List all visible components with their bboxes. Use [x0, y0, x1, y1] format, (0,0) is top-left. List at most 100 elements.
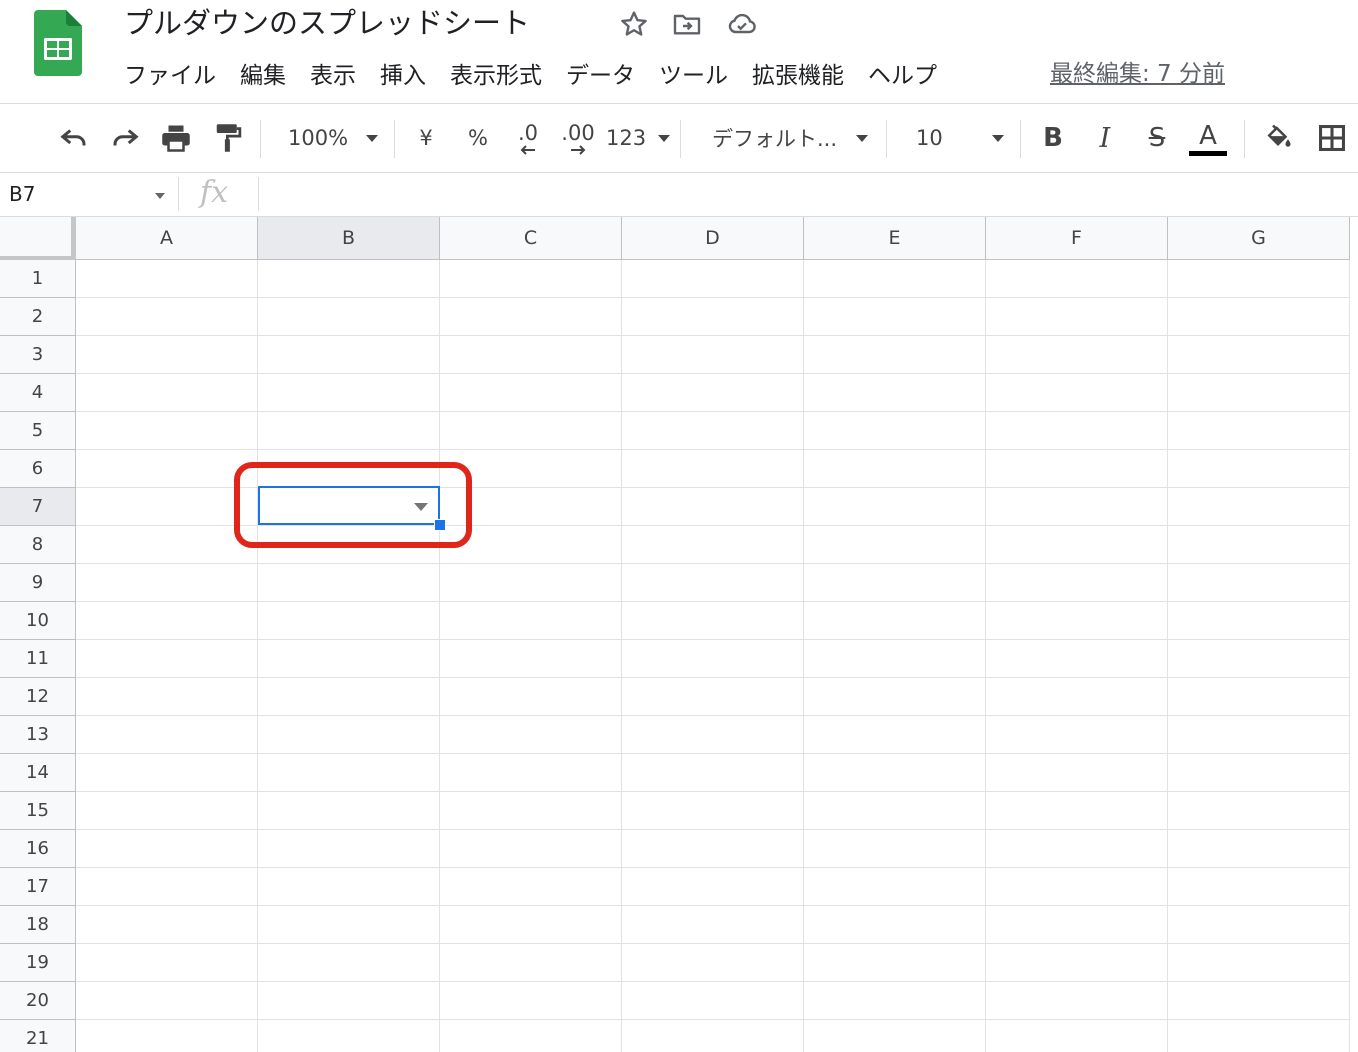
- cell-d8[interactable]: [622, 526, 804, 564]
- row-header-21[interactable]: 21: [0, 1020, 76, 1052]
- decrease-decimal-button[interactable]: .0: [506, 116, 550, 160]
- paint-format-button[interactable]: [208, 116, 248, 160]
- cell-b3[interactable]: [258, 336, 440, 374]
- cell-b11[interactable]: [258, 640, 440, 678]
- column-header-c[interactable]: C: [440, 217, 622, 260]
- column-header-f[interactable]: F: [986, 217, 1168, 260]
- dropdown-arrow-icon[interactable]: [414, 503, 428, 511]
- cell-f1[interactable]: [986, 260, 1168, 298]
- cell-e1[interactable]: [804, 260, 986, 298]
- cell-d14[interactable]: [622, 754, 804, 792]
- cell-d6[interactable]: [622, 450, 804, 488]
- cell-g19[interactable]: [1168, 944, 1350, 982]
- active-cell-b7[interactable]: [258, 486, 440, 525]
- cell-c12[interactable]: [440, 678, 622, 716]
- text-color-button[interactable]: A: [1188, 116, 1228, 160]
- column-header-b[interactable]: B: [258, 217, 440, 260]
- row-header-17[interactable]: 17: [0, 868, 76, 906]
- menu-file[interactable]: ファイル: [112, 54, 228, 98]
- row-header-8[interactable]: 8: [0, 526, 76, 564]
- cell-g18[interactable]: [1168, 906, 1350, 944]
- cell-d13[interactable]: [622, 716, 804, 754]
- cell-e4[interactable]: [804, 374, 986, 412]
- cell-e9[interactable]: [804, 564, 986, 602]
- cell-b21[interactable]: [258, 1020, 440, 1052]
- cell-d16[interactable]: [622, 830, 804, 868]
- print-button[interactable]: [156, 116, 196, 160]
- cell-c19[interactable]: [440, 944, 622, 982]
- cell-d3[interactable]: [622, 336, 804, 374]
- cell-c9[interactable]: [440, 564, 622, 602]
- cell-b17[interactable]: [258, 868, 440, 906]
- cell-b12[interactable]: [258, 678, 440, 716]
- cell-e19[interactable]: [804, 944, 986, 982]
- cell-a2[interactable]: [76, 298, 258, 336]
- cell-f21[interactable]: [986, 1020, 1168, 1052]
- row-header-5[interactable]: 5: [0, 412, 76, 450]
- cell-e7[interactable]: [804, 488, 986, 526]
- cell-e11[interactable]: [804, 640, 986, 678]
- cell-b1[interactable]: [258, 260, 440, 298]
- cell-c20[interactable]: [440, 982, 622, 1020]
- cell-c5[interactable]: [440, 412, 622, 450]
- cell-a5[interactable]: [76, 412, 258, 450]
- cell-a18[interactable]: [76, 906, 258, 944]
- cell-c8[interactable]: [440, 526, 622, 564]
- cell-b15[interactable]: [258, 792, 440, 830]
- zoom-select[interactable]: 100%: [276, 116, 386, 160]
- cell-c1[interactable]: [440, 260, 622, 298]
- cell-e3[interactable]: [804, 336, 986, 374]
- cell-f19[interactable]: [986, 944, 1168, 982]
- cell-b18[interactable]: [258, 906, 440, 944]
- cell-d1[interactable]: [622, 260, 804, 298]
- column-header-e[interactable]: E: [804, 217, 986, 260]
- cell-e2[interactable]: [804, 298, 986, 336]
- strikethrough-button[interactable]: S: [1138, 116, 1176, 160]
- cell-c18[interactable]: [440, 906, 622, 944]
- cell-f16[interactable]: [986, 830, 1168, 868]
- cell-d19[interactable]: [622, 944, 804, 982]
- cell-a19[interactable]: [76, 944, 258, 982]
- cell-g8[interactable]: [1168, 526, 1350, 564]
- cell-f6[interactable]: [986, 450, 1168, 488]
- menu-edit[interactable]: 編集: [228, 54, 298, 98]
- cell-a16[interactable]: [76, 830, 258, 868]
- star-icon[interactable]: [618, 8, 650, 40]
- cell-b5[interactable]: [258, 412, 440, 450]
- cell-g7[interactable]: [1168, 488, 1350, 526]
- cell-e6[interactable]: [804, 450, 986, 488]
- cell-e10[interactable]: [804, 602, 986, 640]
- cell-b6[interactable]: [258, 450, 440, 488]
- cell-g21[interactable]: [1168, 1020, 1350, 1052]
- cell-b20[interactable]: [258, 982, 440, 1020]
- cell-e13[interactable]: [804, 716, 986, 754]
- menu-data[interactable]: データ: [554, 54, 647, 98]
- cell-d21[interactable]: [622, 1020, 804, 1052]
- cell-a4[interactable]: [76, 374, 258, 412]
- cell-c16[interactable]: [440, 830, 622, 868]
- cell-a1[interactable]: [76, 260, 258, 298]
- cell-f20[interactable]: [986, 982, 1168, 1020]
- cell-e17[interactable]: [804, 868, 986, 906]
- cell-g12[interactable]: [1168, 678, 1350, 716]
- cell-c7[interactable]: [440, 488, 622, 526]
- row-header-7[interactable]: 7: [0, 488, 76, 526]
- number-format-select[interactable]: 123: [606, 116, 670, 160]
- borders-button[interactable]: [1312, 116, 1352, 160]
- menu-format[interactable]: 表示形式: [438, 54, 554, 98]
- select-all-corner[interactable]: [0, 217, 76, 261]
- cell-f2[interactable]: [986, 298, 1168, 336]
- row-header-15[interactable]: 15: [0, 792, 76, 830]
- name-box[interactable]: B7: [0, 173, 176, 216]
- cell-f13[interactable]: [986, 716, 1168, 754]
- cell-g5[interactable]: [1168, 412, 1350, 450]
- cell-g14[interactable]: [1168, 754, 1350, 792]
- cell-d2[interactable]: [622, 298, 804, 336]
- cell-f4[interactable]: [986, 374, 1168, 412]
- cell-g15[interactable]: [1168, 792, 1350, 830]
- redo-button[interactable]: [105, 116, 145, 160]
- column-header-d[interactable]: D: [622, 217, 804, 260]
- cell-f17[interactable]: [986, 868, 1168, 906]
- cell-a13[interactable]: [76, 716, 258, 754]
- cell-g4[interactable]: [1168, 374, 1350, 412]
